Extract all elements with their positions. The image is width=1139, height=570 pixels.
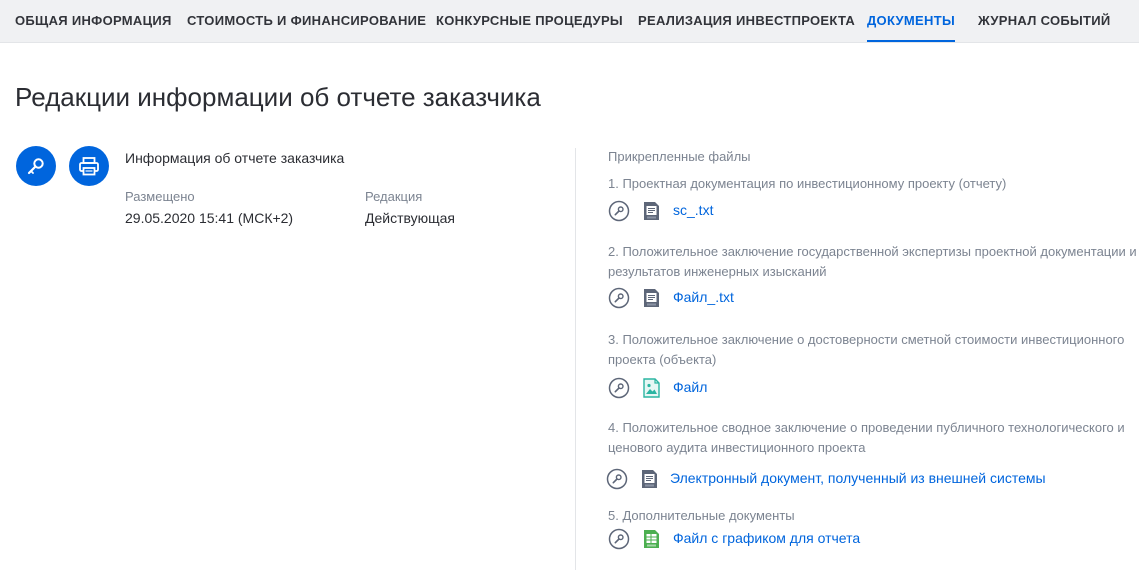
tab-general-info[interactable]: ОБЩАЯ ИНФОРМАЦИЯ — [15, 0, 172, 42]
file-link[interactable]: Электронный документ, полученный из внеш… — [670, 470, 1046, 486]
signature-key-icon[interactable] — [608, 200, 630, 222]
edition-value: Действующая — [365, 210, 456, 226]
signature-key-icon[interactable] — [608, 287, 630, 309]
info-title: Информация об отчете заказчика — [125, 150, 345, 166]
tab-cost-financing[interactable]: СТОИМОСТЬ И ФИНАНСИРОВАНИЕ — [187, 0, 426, 42]
tab-documents[interactable]: ДОКУМЕНТЫ — [867, 0, 955, 42]
file-row: Электронный документ, полученный из внеш… — [606, 468, 1126, 492]
txt-file-icon — [644, 289, 659, 307]
key-icon — [27, 158, 44, 175]
signature-key-icon[interactable] — [608, 377, 630, 399]
file-section-title: 1. Проектная документация по инвестицион… — [608, 176, 1007, 191]
file-row: sc_.txt — [608, 200, 1128, 224]
file-link[interactable]: sc_.txt — [673, 202, 713, 218]
file-section-title: 2. Положительное заключение государствен… — [608, 244, 1137, 279]
file-link[interactable]: Файл_.txt — [673, 289, 734, 305]
file-link[interactable]: Файл с графиком для отчета — [673, 530, 860, 546]
file-row: Файл с графиком для отчета — [608, 528, 1128, 552]
tab-project-realization[interactable]: РЕАЛИЗАЦИЯ ИНВЕСТПРОЕКТА — [638, 0, 855, 42]
signature-key-icon[interactable] — [606, 468, 628, 490]
column-divider — [575, 148, 576, 570]
printer-icon — [79, 157, 99, 176]
signature-check-button[interactable] — [16, 146, 56, 186]
attached-files-heading: Прикрепленные файлы — [608, 149, 751, 164]
txt-file-icon — [644, 202, 659, 220]
file-row: Файл_.txt — [608, 287, 1128, 311]
page-title: Редакции информации об отчете заказчика — [15, 82, 541, 112]
file-section-title: 5. Дополнительные документы — [608, 508, 795, 523]
print-button[interactable] — [69, 146, 109, 186]
file-section-title: 3. Положительное заключение о достоверно… — [608, 332, 1125, 367]
txt-file-icon — [642, 470, 657, 488]
signature-key-icon[interactable] — [608, 528, 630, 550]
file-link[interactable]: Файл — [673, 379, 707, 395]
tab-event-log[interactable]: ЖУРНАЛ СОБЫТИЙ — [978, 0, 1111, 42]
top-tab-bar: ОБЩАЯ ИНФОРМАЦИЯ СТОИМОСТЬ И ФИНАНСИРОВА… — [0, 0, 1139, 43]
spreadsheet-file-icon — [644, 530, 659, 548]
placed-label: Размещено — [125, 189, 195, 204]
file-section-title: 4. Положительное сводное заключение о пр… — [608, 420, 1125, 455]
tab-tender-procedures[interactable]: КОНКУРСНЫЕ ПРОЦЕДУРЫ — [436, 0, 623, 42]
edition-label: Редакция — [365, 189, 423, 204]
file-row: Файл — [608, 377, 1128, 401]
image-file-icon — [643, 378, 660, 398]
placed-value: 29.05.2020 15:41 (МСК+2) — [125, 210, 294, 226]
